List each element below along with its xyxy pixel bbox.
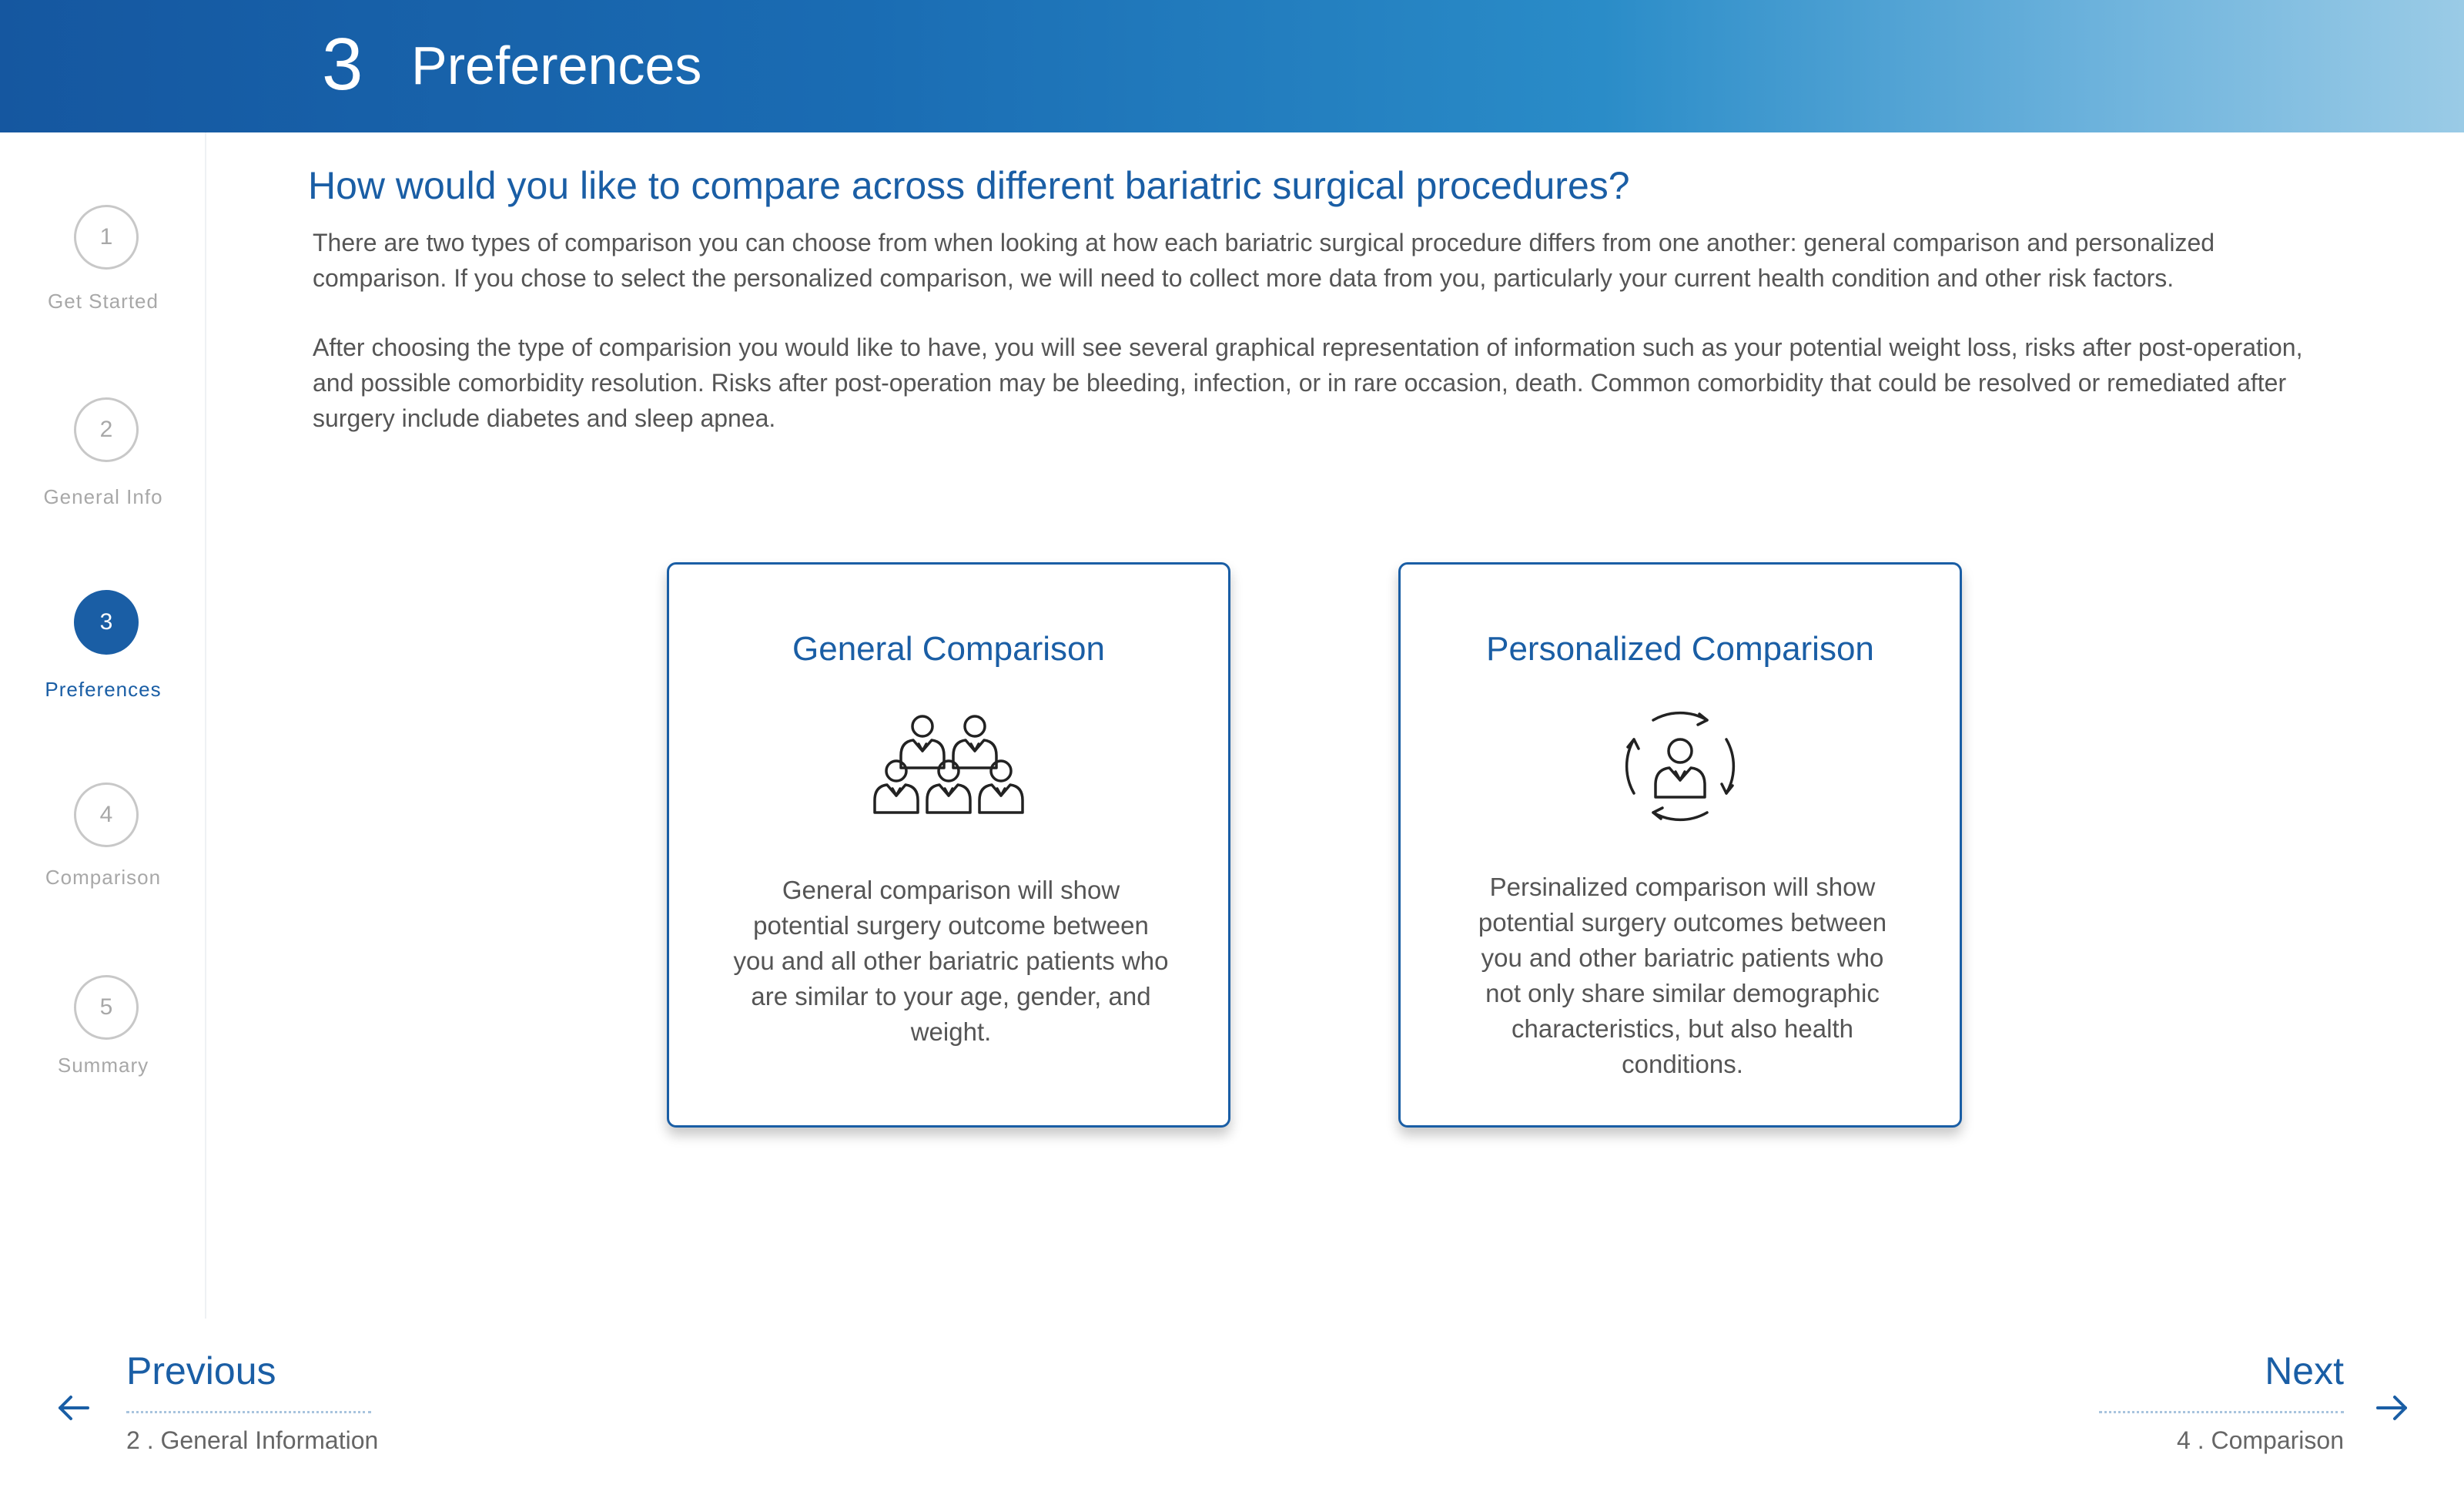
previous-link[interactable]: Previous 2 . General Information [0, 1346, 431, 1470]
page-question: How would you like to compare across dif… [308, 164, 1630, 207]
person-cycle-icon [1611, 697, 1749, 839]
previous-divider [126, 1411, 371, 1413]
arrow-right-icon[interactable] [2375, 1392, 2410, 1427]
next-target[interactable]: 4 . Comparison [2177, 1423, 2344, 1457]
page-header: 3 Preferences [0, 0, 2464, 132]
card-title: General Comparison [792, 630, 1105, 668]
previous-label[interactable]: Previous [126, 1346, 276, 1396]
card-title: Personalized Comparison [1486, 630, 1874, 668]
previous-target[interactable]: 2 . General Information [126, 1423, 378, 1457]
step-circle[interactable]: 5 [74, 975, 139, 1040]
next-link[interactable]: Next 4 . Comparison [2033, 1346, 2464, 1470]
step-label: General Info [43, 485, 163, 508]
step-label: Comparison [45, 866, 162, 889]
page-title: Preferences [411, 35, 702, 96]
step-label: Get Started [48, 290, 159, 313]
card-description: General comparison will show potential s… [733, 876, 1169, 1046]
personalized-comparison-card[interactable]: Personalized Comparison Persinalized com… [1398, 562, 1962, 1128]
group-of-people-icon [872, 708, 1026, 819]
arrow-left-icon[interactable] [55, 1392, 91, 1427]
next-divider [2099, 1411, 2344, 1413]
step-label: Preferences [45, 678, 162, 701]
card-description: Persinalized comparison will show potent… [1478, 873, 1887, 1078]
step-circle[interactable]: 3 [74, 590, 139, 655]
general-comparison-card[interactable]: General Comparison General comparison wi… [667, 562, 1230, 1128]
intro-paragraph: There are two types of comparison you ca… [313, 229, 2215, 292]
details-paragraph: After choosing the type of comparision y… [313, 333, 2303, 432]
step-circle[interactable]: 1 [74, 205, 139, 270]
header-step-number: 3 [322, 23, 363, 106]
next-label[interactable]: Next [2265, 1346, 2344, 1396]
step-circle[interactable]: 2 [74, 397, 139, 462]
step-sidebar: 1 Get Started 2 General Info 3 Preferenc… [0, 132, 206, 1319]
step-circle[interactable]: 4 [74, 783, 139, 847]
step-label: Summary [57, 1054, 149, 1077]
